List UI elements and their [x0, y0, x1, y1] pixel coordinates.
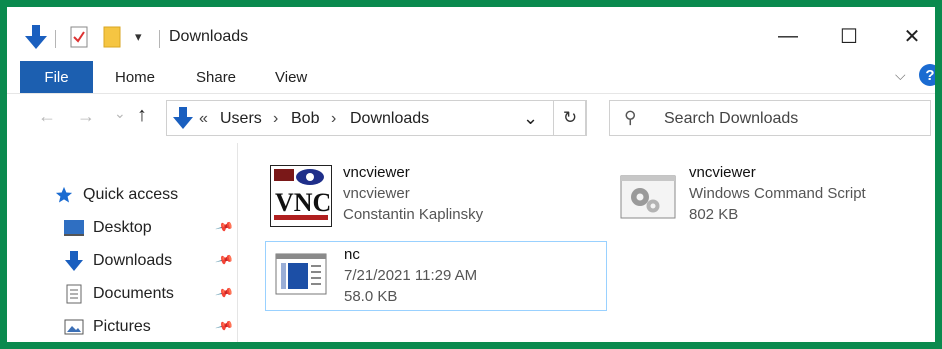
tab-share[interactable]: Share: [196, 69, 236, 86]
navigation-bar: ← → ⌄ ↑ « Users › Bob › Downloads ⌄ ↻ ⚲ …: [7, 93, 935, 143]
maximize-button[interactable]: ☐: [826, 21, 872, 51]
address-bar[interactable]: « Users › Bob › Downloads ⌄: [166, 100, 586, 136]
file-item-nc[interactable]: nc 7/21/2021 11:29 AM 58.0 KB: [265, 241, 607, 311]
file-name: vncviewer: [689, 164, 756, 181]
file-description: vncviewer: [343, 185, 410, 202]
breadcrumb-separator[interactable]: ›: [273, 110, 278, 128]
properties-icon[interactable]: [70, 25, 88, 49]
toolbar-separator: [55, 30, 56, 48]
tab-file[interactable]: File: [20, 61, 93, 93]
title-bar: ▾ Downloads — ☐ ✕: [7, 7, 935, 62]
address-dropdown[interactable]: ⌄: [523, 108, 538, 129]
document-icon: [63, 284, 85, 304]
search-box[interactable]: ⚲ Search Downloads: [609, 100, 931, 136]
sidebar-item-label: Quick access: [83, 186, 179, 203]
sidebar-item-label: Downloads: [93, 252, 173, 269]
refresh-button[interactable]: ↻: [553, 100, 587, 136]
file-list: VNC vncviewer vncviewer Constantin Kapli…: [243, 143, 935, 342]
sidebar-item-desktop[interactable]: Desktop: [63, 215, 152, 241]
vnc-logo-text: VNC: [275, 188, 331, 217]
pin-icon[interactable]: 📌: [215, 217, 235, 237]
tab-home[interactable]: Home: [115, 69, 155, 86]
expand-ribbon-chevron-icon[interactable]: ⌵: [895, 67, 906, 84]
search-input[interactable]: Search Downloads: [664, 110, 798, 128]
breadcrumb-downloads[interactable]: Downloads: [350, 110, 429, 128]
cmd-script-icon: [620, 175, 676, 224]
downloads-location-icon: [173, 107, 193, 134]
pin-icon[interactable]: 📌: [215, 283, 235, 303]
file-size: 802 KB: [689, 206, 739, 223]
sidebar-item-downloads[interactable]: Downloads: [63, 248, 172, 274]
desktop-icon: [63, 219, 85, 237]
sidebar-item-label: Documents: [93, 285, 174, 302]
star-icon: [53, 186, 75, 204]
file-size: 58.0 KB: [344, 288, 398, 305]
file-item-vncviewer-cmd[interactable]: vncviewer Windows Command Script 802 KB: [616, 161, 916, 231]
download-arrow-icon: [63, 251, 85, 271]
up-button[interactable]: ↑: [137, 104, 147, 127]
breadcrumb-overflow[interactable]: «: [199, 110, 208, 128]
customize-quick-access-dropdown[interactable]: ▾: [135, 25, 142, 49]
breadcrumb-separator[interactable]: ›: [331, 110, 336, 128]
sidebar-item-documents[interactable]: Documents: [63, 281, 174, 307]
file-date: 7/21/2021 11:29 AM: [344, 267, 478, 284]
breadcrumb-bob[interactable]: Bob: [291, 110, 319, 128]
pin-icon[interactable]: 📌: [215, 250, 235, 270]
file-name: nc: [344, 246, 360, 263]
close-button[interactable]: ✕: [889, 21, 935, 51]
ribbon-tabs: File Home Share View ⌵ ?: [7, 61, 935, 94]
search-icon: ⚲: [624, 108, 637, 127]
file-company: Constantin Kaplinsky: [343, 206, 484, 223]
breadcrumb-users[interactable]: Users: [220, 110, 262, 128]
vnc-app-icon: VNC: [269, 164, 333, 232]
help-icon[interactable]: ?: [919, 64, 935, 86]
quick-access-down-arrow-icon[interactable]: [25, 25, 47, 49]
pictures-icon: [63, 318, 85, 336]
sidebar-item-label: Pictures: [93, 318, 151, 335]
sidebar-item-label: Desktop: [93, 219, 152, 236]
back-button[interactable]: ←: [38, 106, 56, 127]
minimize-button[interactable]: —: [765, 21, 811, 51]
file-name: vncviewer: [343, 164, 410, 181]
application-icon: [275, 253, 327, 300]
sidebar-item-quick-access[interactable]: Quick access: [53, 182, 178, 208]
explorer-window: ▾ Downloads — ☐ ✕ File Home Share View ⌵…: [7, 7, 935, 342]
pin-icon[interactable]: 📌: [215, 316, 235, 336]
title-separator: [159, 30, 160, 48]
file-type: Windows Command Script: [689, 185, 866, 202]
tab-view[interactable]: View: [275, 69, 307, 86]
sidebar-item-pictures[interactable]: Pictures: [63, 314, 151, 340]
new-folder-icon[interactable]: [102, 25, 122, 49]
file-item-vncviewer-app[interactable]: VNC vncviewer vncviewer Constantin Kapli…: [265, 161, 605, 231]
window-title: Downloads: [169, 28, 249, 45]
recent-locations-dropdown[interactable]: ⌄: [114, 105, 126, 122]
navigation-pane: Quick access Desktop 📌 Downloads 📌 Docum…: [7, 143, 238, 342]
forward-button[interactable]: →: [77, 106, 95, 127]
